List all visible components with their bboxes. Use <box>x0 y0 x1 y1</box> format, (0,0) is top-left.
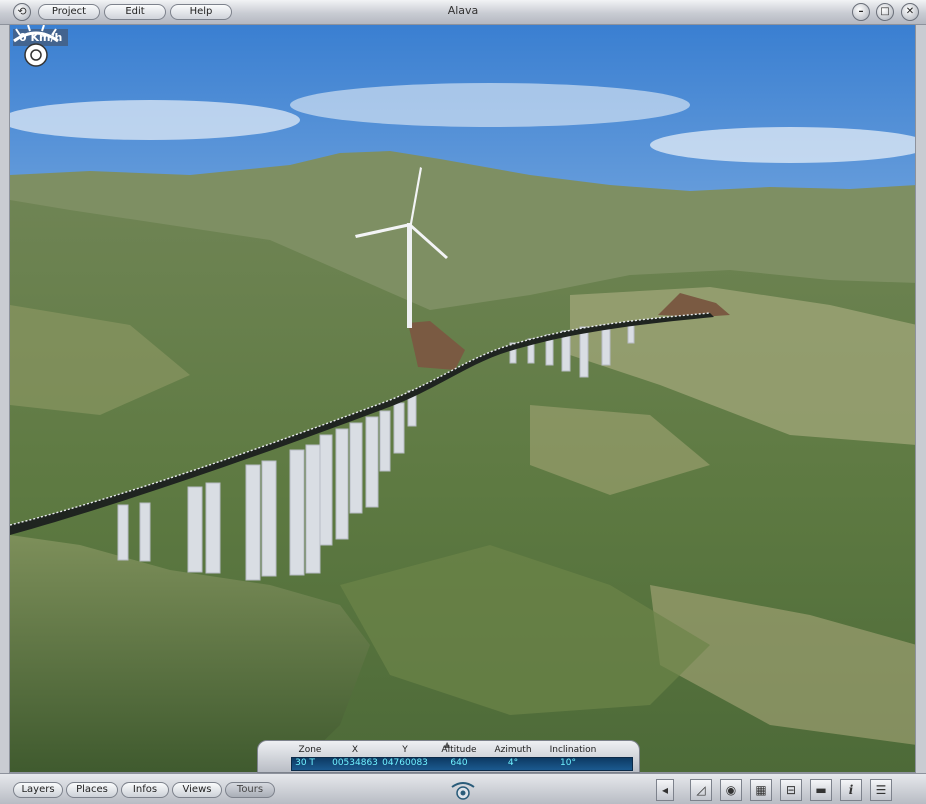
pier <box>379 410 391 472</box>
tag-icon[interactable]: ⊟ <box>780 779 802 801</box>
info-icon[interactable]: i <box>840 779 862 801</box>
tab-views[interactable]: Views <box>172 782 222 798</box>
eye-lash <box>51 28 57 36</box>
terrain-scene <box>10 25 915 772</box>
pier <box>601 324 611 366</box>
minimize-button[interactable]: – <box>852 3 870 21</box>
eye-lash <box>27 25 31 32</box>
pier <box>117 504 129 561</box>
inclination-value: 10° <box>560 758 576 768</box>
maximize-button[interactable]: □ <box>876 3 894 21</box>
eye-lash <box>15 28 21 36</box>
inclination-header: Inclination <box>549 745 597 755</box>
close-button[interactable]: ✕ <box>901 3 919 21</box>
tab-places[interactable]: Places <box>66 782 118 798</box>
tab-layers[interactable]: Layers <box>13 782 63 798</box>
pier <box>205 482 221 574</box>
eye-globe <box>24 43 48 67</box>
pier <box>245 464 261 581</box>
map-icon[interactable]: ▦ <box>750 779 772 801</box>
camera-icon[interactable]: ◉ <box>720 779 742 801</box>
eye-lash <box>41 25 45 32</box>
pier <box>305 444 321 574</box>
measure-icon[interactable]: ◿ <box>690 779 712 801</box>
pier <box>335 428 349 540</box>
window-title: Alava <box>447 4 479 17</box>
collapse-left-icon[interactable]: ◂ <box>656 779 674 801</box>
pier <box>349 422 363 514</box>
cloud <box>10 100 300 140</box>
cloud <box>290 83 690 127</box>
tab-infos[interactable]: Infos <box>121 782 169 798</box>
pier <box>139 502 151 562</box>
pier <box>261 460 277 577</box>
eye-icon[interactable] <box>449 779 477 801</box>
title-bar: ⟲ Project Edit Help Alava – □ ✕ <box>0 0 926 25</box>
3d-viewport[interactable]: 0 Km/h <box>9 24 916 773</box>
pier <box>289 449 305 576</box>
list-icon[interactable]: ☰ <box>870 779 892 801</box>
tab-tours[interactable]: Tours <box>225 782 275 798</box>
coordinates-panel: ▲ Zone X Y Altitude Azimuth Inclination … <box>257 740 640 773</box>
bottom-toolbar: Layers Places Infos Views Tours ◂ ◿ ◉ ▦ … <box>0 773 926 804</box>
clapperboard-icon[interactable]: ▬ <box>810 779 832 801</box>
eye-logo-icon[interactable] <box>10 25 62 69</box>
pier <box>393 402 405 454</box>
pier <box>187 486 203 573</box>
pier <box>319 434 333 546</box>
pier <box>579 326 589 378</box>
turbine-tower <box>407 223 412 328</box>
eye-pupil <box>460 790 466 796</box>
pier <box>365 416 379 508</box>
